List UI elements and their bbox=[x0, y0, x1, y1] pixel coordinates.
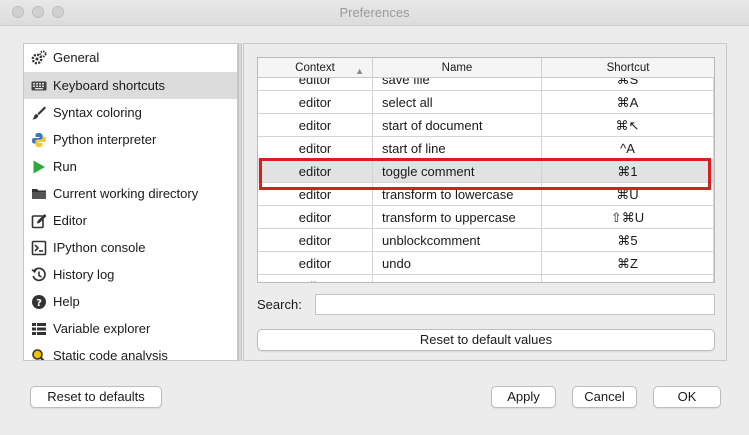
context-cell: editor bbox=[258, 252, 373, 275]
column-header-context[interactable]: Context ▲ bbox=[258, 58, 373, 78]
sidebar-item-keyboard-shortcuts[interactable]: Keyboard shortcuts bbox=[24, 72, 237, 99]
shortcut-cell: ⌘1 bbox=[542, 160, 714, 183]
help-icon: ? bbox=[31, 294, 47, 310]
context-cell: editor bbox=[258, 183, 373, 206]
sidebar-item-label: General bbox=[53, 50, 100, 65]
sidebar-item-history-log[interactable]: History log bbox=[24, 261, 237, 288]
sidebar-item-label: IPython console bbox=[53, 240, 146, 255]
analysis-icon bbox=[31, 348, 47, 360]
folder-icon bbox=[31, 186, 47, 202]
ok-button[interactable]: OK bbox=[653, 386, 721, 408]
shortcut-cell bbox=[542, 275, 714, 282]
shortcut-cell: ⌘Z bbox=[542, 252, 714, 275]
name-cell: transform to uppercase bbox=[373, 206, 542, 229]
context-cell: editor bbox=[258, 114, 373, 137]
sort-ascending-icon: ▲ bbox=[355, 66, 364, 76]
column-header-shortcut[interactable]: Shortcut bbox=[542, 58, 714, 78]
shortcut-cell: ^A bbox=[542, 137, 714, 160]
preferences-sidebar: General Keyboard shortcuts Syntax colori… bbox=[23, 43, 238, 361]
cancel-button[interactable]: Cancel bbox=[572, 386, 637, 408]
context-cell: editor bbox=[258, 229, 373, 252]
sidebar-item-ipython-console[interactable]: IPython console bbox=[24, 234, 237, 261]
column-header-label: Name bbox=[441, 62, 473, 74]
context-cell: editor bbox=[258, 160, 373, 183]
sidebar-item-static-code-analysis[interactable]: Static code analysis bbox=[24, 342, 237, 361]
name-cell: undo bbox=[373, 252, 542, 275]
title-bar: Preferences bbox=[0, 0, 749, 26]
search-label: Search: bbox=[257, 297, 302, 312]
context-cell: editor bbox=[258, 137, 373, 160]
sidebar-item-label: Syntax coloring bbox=[53, 105, 142, 120]
table-row[interactable]: editor undo ⌘Z bbox=[258, 252, 714, 275]
table-header: Context ▲ Name Shortcut bbox=[258, 58, 714, 78]
table-row[interactable]: editor start of document ⌘↖ bbox=[258, 114, 714, 137]
sidebar-item-editor[interactable]: Editor bbox=[24, 207, 237, 234]
sidebar-item-label: Static code analysis bbox=[53, 348, 168, 361]
name-cell: transform to lowercase bbox=[373, 183, 542, 206]
play-icon bbox=[31, 159, 47, 175]
column-header-label: Shortcut bbox=[606, 62, 650, 74]
column-header-name[interactable]: Name bbox=[373, 58, 542, 78]
shortcut-cell: ⇧⌘U bbox=[542, 206, 714, 229]
sidebar-item-label: Editor bbox=[53, 213, 87, 228]
name-cell: unblockcomment bbox=[373, 229, 542, 252]
sidebar-item-label: Keyboard shortcuts bbox=[53, 78, 166, 93]
sidebar-item-label: History log bbox=[53, 267, 115, 282]
name-cell: toggle comment bbox=[373, 160, 542, 183]
window-title: Preferences bbox=[339, 5, 410, 20]
keyboard-icon bbox=[31, 78, 47, 94]
sidebar-item-python-interpreter[interactable]: Python interpreter bbox=[24, 126, 237, 153]
grid-icon bbox=[31, 321, 47, 337]
reset-to-default-values-button[interactable]: Reset to default values bbox=[257, 329, 715, 351]
context-cell: editor bbox=[258, 206, 373, 229]
sidebar-item-label: Run bbox=[53, 159, 77, 174]
table-row[interactable]: editor bbox=[258, 275, 714, 282]
search-input[interactable] bbox=[315, 294, 715, 315]
table-row[interactable]: editor transform to uppercase ⇧⌘U bbox=[258, 206, 714, 229]
brush-icon bbox=[31, 105, 47, 121]
shortcut-cell: ⌘↖ bbox=[542, 114, 714, 137]
sidebar-item-run[interactable]: Run bbox=[24, 153, 237, 180]
shortcut-cell: ⌘A bbox=[542, 91, 714, 114]
sidebar-item-syntax-coloring[interactable]: Syntax coloring bbox=[24, 99, 237, 126]
shortcut-cell: ⌘5 bbox=[542, 229, 714, 252]
sidebar-item-label: Help bbox=[53, 294, 80, 309]
pane-splitter[interactable] bbox=[238, 43, 242, 361]
python-icon bbox=[31, 132, 47, 148]
table-row[interactable]: editor select all ⌘A bbox=[258, 91, 714, 114]
table-row[interactable]: editor start of line ^A bbox=[258, 137, 714, 160]
table-row-selected[interactable]: editor toggle comment ⌘1 bbox=[258, 160, 714, 183]
sidebar-item-general[interactable]: General bbox=[24, 44, 237, 71]
name-cell: start of document bbox=[373, 114, 542, 137]
sidebar-item-variable-explorer[interactable]: Variable explorer bbox=[24, 315, 237, 342]
name-cell: select all bbox=[373, 91, 542, 114]
name-cell bbox=[373, 275, 542, 282]
name-cell: start of line bbox=[373, 137, 542, 160]
context-cell: editor bbox=[258, 91, 373, 114]
sidebar-item-label: Python interpreter bbox=[53, 132, 157, 147]
apply-button[interactable]: Apply bbox=[491, 386, 556, 408]
sidebar-item-current-working-directory[interactable]: Current working directory bbox=[24, 180, 237, 207]
edit-icon bbox=[31, 213, 47, 229]
shortcuts-table: editor save file ⌘S editor select all ⌘A… bbox=[257, 57, 715, 283]
shortcuts-table-body[interactable]: editor save file ⌘S editor select all ⌘A… bbox=[258, 68, 714, 282]
sidebar-item-label: Current working directory bbox=[53, 186, 199, 201]
history-icon bbox=[31, 267, 47, 283]
gear-icon bbox=[31, 50, 47, 66]
svg-text:?: ? bbox=[36, 298, 42, 309]
shortcut-cell: ⌘U bbox=[542, 183, 714, 206]
context-cell: editor bbox=[258, 275, 373, 282]
table-row[interactable]: editor unblockcomment ⌘5 bbox=[258, 229, 714, 252]
console-icon bbox=[31, 240, 47, 256]
reset-to-defaults-button[interactable]: Reset to defaults bbox=[30, 386, 162, 408]
column-header-label: Context bbox=[295, 62, 335, 74]
sidebar-item-help[interactable]: ? Help bbox=[24, 288, 237, 315]
table-row[interactable]: editor transform to lowercase ⌘U bbox=[258, 183, 714, 206]
sidebar-item-label: Variable explorer bbox=[53, 321, 151, 336]
